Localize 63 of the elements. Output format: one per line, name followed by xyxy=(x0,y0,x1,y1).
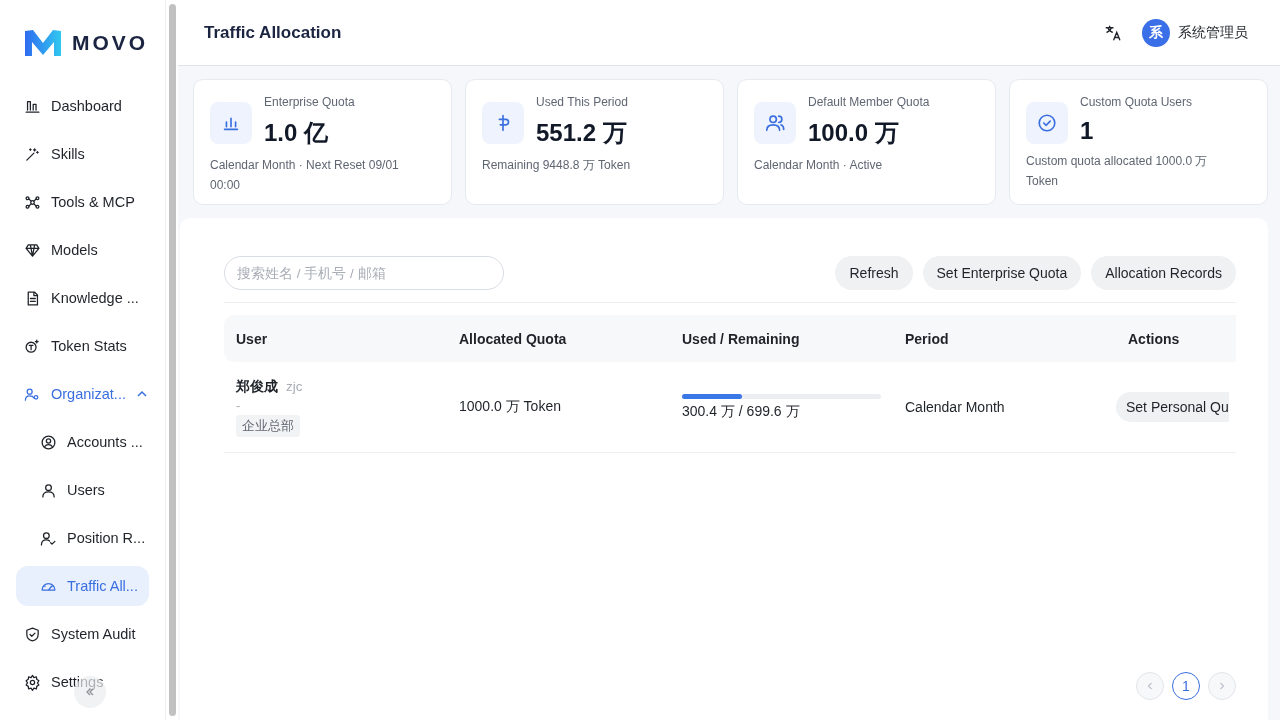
username: zjc xyxy=(286,378,303,394)
stat-note: Remaining 9448.8 万 Token xyxy=(482,157,632,174)
user-icon xyxy=(40,481,57,499)
nav-item[interactable]: Knowledge ... xyxy=(16,278,149,318)
user-name: 郑俊成 xyxy=(236,377,278,394)
stat-value: 1.0 亿 xyxy=(264,118,330,148)
nav-item[interactable]: Token Stats xyxy=(16,326,149,366)
nav-item[interactable]: Position R... xyxy=(16,518,149,558)
stat-note: Custom quota allocated 1000.0 万 Token xyxy=(1026,153,1209,190)
nav-item[interactable]: Traffic All... xyxy=(16,566,149,606)
user-avatar[interactable]: 系 xyxy=(1142,18,1170,47)
translate-icon[interactable] xyxy=(1104,23,1122,42)
token-icon xyxy=(24,337,41,355)
network-icon xyxy=(24,193,41,211)
diamond-icon xyxy=(24,241,41,259)
search-field[interactable]: 搜索姓名 / 手机号 / 邮箱 xyxy=(224,256,504,290)
column-header: Actions xyxy=(1127,330,1181,347)
brand-name: MOVO xyxy=(72,31,149,55)
table-cell: Calendar Month xyxy=(905,399,1005,415)
toolbar-button[interactable]: Set Enterprise Quota xyxy=(922,256,1082,290)
user-check-icon xyxy=(40,529,57,547)
shield-check-icon xyxy=(24,625,41,643)
user-name[interactable]: 系统管理员 xyxy=(1178,23,1248,42)
users-icon xyxy=(764,112,786,134)
nav-item[interactable]: System Audit xyxy=(16,614,149,654)
department-tag: 企业总部 xyxy=(236,414,300,437)
user-circle-icon xyxy=(40,433,57,451)
stat-label: Used This Period xyxy=(536,95,628,109)
nav-item[interactable]: Dashboard xyxy=(16,86,149,126)
stat-label: Custom Quota Users xyxy=(1080,95,1193,109)
table-cell: 1000.0 万 Token xyxy=(459,398,561,414)
stat-label: Default Member Quota xyxy=(808,95,930,109)
stat-label: Enterprise Quota xyxy=(264,95,355,109)
settings-icon xyxy=(24,673,41,691)
nav-item[interactable]: Users xyxy=(16,470,149,510)
chevron-right-icon xyxy=(1217,681,1227,691)
column-header: Allocated Quota xyxy=(458,330,568,347)
logo-icon xyxy=(24,29,62,57)
toolbar-button[interactable]: Refresh xyxy=(835,256,913,290)
stat-note: Calendar Month · Active xyxy=(754,157,884,174)
stat-value: 551.2 万 xyxy=(536,118,628,148)
contact-text: - xyxy=(236,397,241,413)
nav-item[interactable]: Skills xyxy=(16,134,149,174)
stat-note: Calendar Month · Next Reset 09/01 00:00 xyxy=(210,157,400,194)
page-button[interactable]: 1 xyxy=(1172,672,1200,700)
usage-reading: 300.4 万 / 699.6 万 xyxy=(682,402,800,419)
nav-item[interactable]: Accounts ... xyxy=(16,422,149,462)
nav-item[interactable]: Models xyxy=(16,230,149,270)
magic-wand-icon xyxy=(24,145,41,163)
set-quota-button[interactable]: Set Personal Qu xyxy=(1116,392,1229,422)
scrollbar[interactable] xyxy=(168,4,176,716)
nav-item[interactable]: Tools & MCP xyxy=(16,182,149,222)
toolbar-button[interactable]: Allocation Records xyxy=(1091,256,1236,290)
nav-item[interactable]: Organizat... xyxy=(16,374,149,414)
page-title: Traffic Allocation xyxy=(204,22,343,43)
column-header: Used / Remaining xyxy=(681,330,801,347)
nav-item[interactable]: Settings xyxy=(16,662,149,702)
stat-value: 100.0 万 xyxy=(808,118,900,148)
chevron-left-icon xyxy=(1145,681,1155,691)
check-circle-icon xyxy=(1036,112,1058,134)
column-header: Period xyxy=(904,330,950,347)
column-header: User xyxy=(235,330,269,347)
stat-value: 1 xyxy=(1080,117,1095,145)
